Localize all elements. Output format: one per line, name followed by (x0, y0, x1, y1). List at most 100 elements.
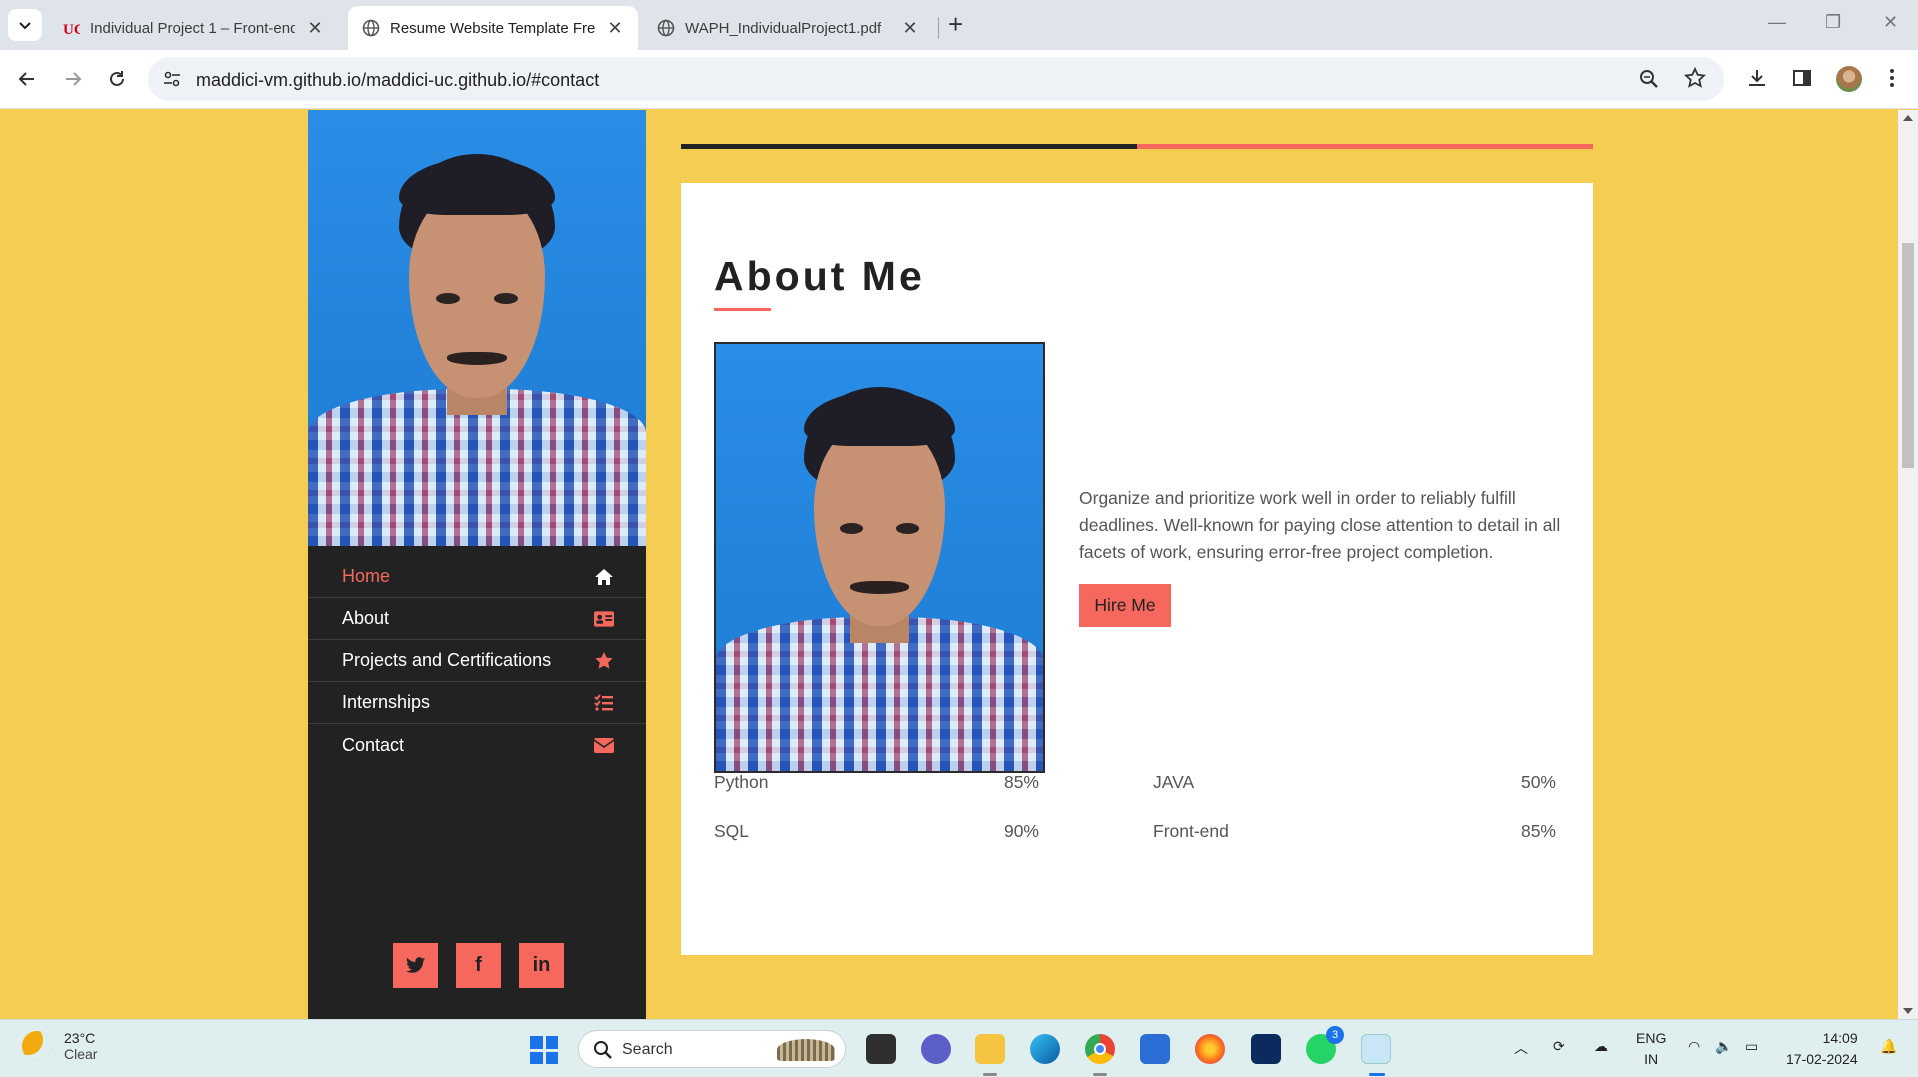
editor-app-icon[interactable] (1251, 1034, 1281, 1064)
forward-button[interactable] (58, 64, 88, 94)
minimize-button[interactable]: — (1768, 12, 1786, 33)
page-scrollbar[interactable] (1898, 110, 1918, 1019)
clock-time: 14:09 (1822, 1030, 1858, 1046)
close-tab-icon[interactable]: ✕ (901, 18, 919, 39)
teams-chat-icon[interactable] (921, 1034, 951, 1064)
photo-face (409, 188, 545, 398)
linkedin-link[interactable]: in (519, 943, 564, 988)
whatsapp-icon[interactable]: 3 (1306, 1026, 1344, 1064)
cloud-offline-icon[interactable]: ☁ (1594, 1038, 1608, 1055)
search-label: Search (622, 1041, 673, 1058)
sidebar-item-home[interactable]: Home (308, 556, 646, 598)
file-explorer-icon[interactable] (975, 1034, 1005, 1064)
weather-widget[interactable]: 23°C Clear (22, 1030, 97, 1062)
sidebar-item-about[interactable]: About (308, 598, 646, 640)
twitter-icon (405, 957, 425, 973)
volume-icon[interactable]: 🔈 (1715, 1038, 1732, 1055)
close-tab-icon[interactable]: ✕ (306, 18, 324, 39)
battery-icon[interactable]: ▭ (1745, 1038, 1758, 1055)
photo-eye (840, 523, 864, 534)
twitter-link[interactable] (393, 943, 438, 988)
wifi-icon[interactable]: ◠ (1688, 1038, 1700, 1055)
progress-fill (681, 144, 1137, 149)
site-settings-icon[interactable] (162, 69, 182, 89)
sidebar-item-internships[interactable]: Internships (308, 682, 646, 724)
start-button[interactable] (530, 1036, 558, 1064)
globe-icon (657, 19, 675, 37)
bookmark-star-icon[interactable] (1684, 67, 1706, 89)
svg-text:UC: UC (63, 22, 80, 37)
photo-eye (493, 293, 518, 304)
section-title: About Me (714, 253, 925, 299)
social-links: f in (393, 943, 564, 988)
system-clock[interactable]: 14:09 17-02-2024 (1786, 1028, 1858, 1070)
notification-bell-icon[interactable]: 🔔 (1880, 1038, 1897, 1055)
page-viewport: Home About Projects and Certifications I… (0, 110, 1898, 1019)
tab-resume-template[interactable]: Resume Website Template Free ✕ (348, 6, 638, 50)
microsoft-store-icon[interactable] (1140, 1034, 1170, 1064)
edge-icon[interactable] (1030, 1034, 1060, 1064)
address-bar[interactable]: maddici-vm.github.io/maddici-uc.github.i… (148, 57, 1724, 101)
more-menu-icon[interactable] (1882, 67, 1902, 89)
photo-face (814, 420, 945, 626)
skill-percent: 50% (1520, 772, 1556, 792)
scroll-up-arrow[interactable] (1903, 115, 1913, 121)
moon-icon (22, 1031, 52, 1061)
side-panel-icon[interactable] (1791, 67, 1813, 89)
tab-separator (938, 17, 939, 39)
firefox-icon[interactable] (1195, 1034, 1225, 1064)
chrome-icon[interactable] (1085, 1034, 1115, 1064)
section-progress-bar (681, 144, 1593, 149)
task-view-icon[interactable] (866, 1034, 896, 1064)
sidebar-item-projects[interactable]: Projects and Certifications (308, 640, 646, 682)
about-description: Organize and prioritize work well in ord… (1079, 488, 1561, 562)
url-text[interactable]: maddici-vm.github.io/maddici-uc.github.i… (196, 70, 599, 91)
back-button[interactable] (12, 64, 42, 94)
close-window-button[interactable]: ✕ (1883, 12, 1898, 33)
sidebar-item-contact[interactable]: Contact (308, 724, 646, 766)
hire-me-button[interactable]: Hire Me (1079, 584, 1171, 627)
photo-mustache (446, 351, 508, 366)
home-icon (594, 567, 614, 587)
chevron-down-icon (19, 22, 31, 30)
tab-individual-project[interactable]: UC Individual Project 1 – Front-end ✕ (48, 6, 338, 50)
windows-logo-tile (530, 1051, 543, 1064)
taskbar-search[interactable]: Search (578, 1030, 846, 1068)
windows-logo-tile (545, 1051, 558, 1064)
chevron-up-icon[interactable]: ︿ (1514, 1038, 1528, 1058)
university-logo-icon: UC (63, 22, 80, 37)
chrome-center (1094, 1043, 1106, 1055)
skill-name: SQL (714, 821, 750, 841)
sync-icon[interactable]: ⟳ (1553, 1038, 1565, 1055)
reload-icon (110, 71, 124, 86)
tab-search-button[interactable] (8, 9, 42, 41)
profile-avatar[interactable] (1836, 66, 1862, 92)
photo-hair-top (804, 390, 955, 447)
reload-button[interactable] (102, 64, 132, 94)
scrollbar-thumb[interactable] (1902, 243, 1914, 468)
download-icon[interactable] (1746, 67, 1768, 89)
tab-pdf[interactable]: WAPH_IndividualProject1.pdf ✕ (643, 6, 933, 50)
snipping-tool-icon[interactable] (1361, 1034, 1391, 1064)
photo-eye (895, 523, 919, 534)
close-tab-icon[interactable]: ✕ (606, 18, 624, 39)
sidebar-item-label: Contact (342, 734, 405, 755)
facebook-link[interactable]: f (456, 943, 501, 988)
sidebar-item-label: Projects and Certifications (342, 650, 552, 670)
language-indicator[interactable]: ENG IN (1636, 1028, 1666, 1070)
tasks-icon (594, 693, 614, 713)
star-icon (594, 651, 614, 671)
sidebar-item-label: About (342, 608, 390, 628)
linkedin-icon: in (532, 954, 551, 976)
title-underline (714, 308, 771, 311)
restore-button[interactable]: ❐ (1825, 12, 1841, 33)
running-indicator (983, 1073, 997, 1076)
new-tab-button[interactable]: + (948, 11, 963, 37)
zoom-icon[interactable] (1638, 68, 1660, 90)
sidebar-menu: Home About Projects and Certifications I… (308, 556, 646, 766)
region-line: IN (1644, 1051, 1659, 1067)
scroll-down-arrow[interactable] (1903, 1008, 1913, 1014)
skill-percent: 85% (1520, 821, 1556, 841)
tab-title: WAPH_IndividualProject1.pdf (685, 19, 882, 37)
running-indicator (1093, 1073, 1107, 1076)
